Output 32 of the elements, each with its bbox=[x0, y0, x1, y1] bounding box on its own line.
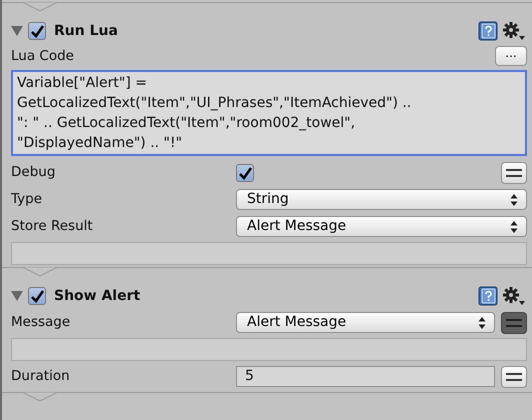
updown-arrow-icon bbox=[510, 220, 518, 232]
updown-arrow-icon bbox=[478, 316, 486, 328]
gear-icon[interactable] bbox=[502, 21, 526, 41]
equals-icon bbox=[506, 168, 522, 178]
field-label: Type bbox=[11, 190, 44, 210]
more-button[interactable]: ... bbox=[495, 46, 527, 66]
number-field[interactable]: 5 bbox=[236, 366, 495, 387]
field-label: Debug bbox=[11, 163, 56, 182]
code-text-area[interactable]: Variable["Alert"] = GetLocalizedText("Item","UI_Phrases","ItemAchieved") .. ": " .. GetLocalizedText("Item","room002_towel", "DisplayedName") .. "!" bbox=[11, 70, 527, 156]
component-title: Run Lua bbox=[54, 22, 119, 40]
dropdown[interactable]: String bbox=[236, 189, 527, 210]
help-book-icon[interactable] bbox=[478, 286, 498, 306]
checkbox[interactable] bbox=[236, 164, 254, 182]
enabled-checkbox[interactable] bbox=[28, 287, 46, 305]
variable-toggle-button[interactable] bbox=[501, 312, 527, 334]
equals-icon bbox=[506, 318, 522, 328]
foldout-arrow-icon[interactable] bbox=[10, 290, 24, 302]
equals-icon bbox=[506, 372, 522, 382]
help-book-icon[interactable] bbox=[478, 21, 498, 41]
foldout-arrow-icon[interactable] bbox=[10, 25, 24, 37]
field-label: Store Result bbox=[11, 217, 94, 236]
variable-toggle-button[interactable] bbox=[501, 366, 527, 388]
updown-arrow-icon bbox=[510, 194, 518, 206]
component-title: Show Alert bbox=[54, 286, 142, 306]
dropdown[interactable]: Alert Message bbox=[236, 216, 527, 237]
gear-icon[interactable] bbox=[502, 286, 526, 306]
dropdown[interactable]: Alert Message bbox=[236, 312, 495, 333]
enabled-checkbox[interactable] bbox=[28, 22, 46, 40]
field-label: Message bbox=[11, 313, 72, 332]
variable-toggle-button[interactable] bbox=[501, 162, 527, 184]
field-label: Duration bbox=[11, 367, 71, 386]
field-label: Lua Code bbox=[11, 46, 74, 66]
